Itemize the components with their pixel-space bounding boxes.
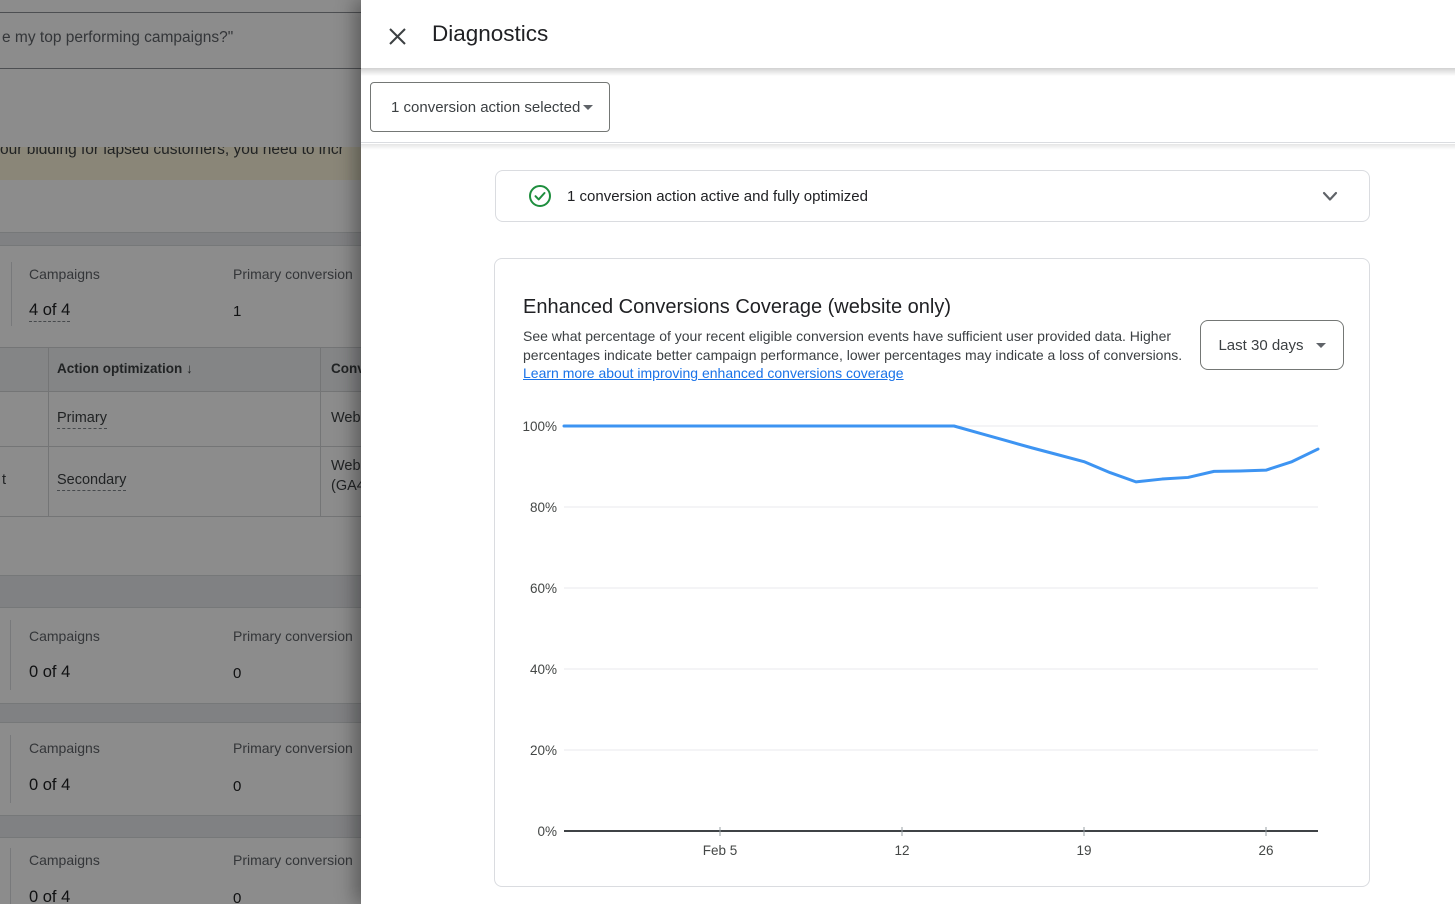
svg-text:100%: 100% [522,419,557,434]
chevron-down-icon [1319,185,1341,207]
panel-header: Diagnostics [361,0,1455,68]
date-range-select[interactable]: Last 30 days [1200,320,1344,370]
screen: e my top performing campaigns?" our bidd… [0,0,1455,904]
expand-section-button[interactable] [1319,185,1341,207]
caret-down-icon [1316,343,1326,348]
coverage-line-chart: 0% 20% 40% 60% 80% 100% Feb 5 12 19 26 [495,401,1371,881]
panel-title: Diagnostics [432,21,548,47]
close-button[interactable] [379,18,415,54]
check-circle-icon [528,184,552,208]
coverage-description-text: See what percentage of your recent eligi… [523,328,1182,363]
conversion-action-dropdown-label: 1 conversion action selected [391,99,580,116]
svg-text:Feb 5: Feb 5 [703,843,738,858]
close-icon [389,28,406,45]
coverage-card-description: See what percentage of your recent eligi… [523,327,1183,383]
diagnostics-panel: Diagnostics 1 conversion action selected… [361,0,1455,904]
svg-text:26: 26 [1258,843,1273,858]
svg-text:20%: 20% [530,743,557,758]
svg-text:60%: 60% [530,581,557,596]
caret-down-icon [583,105,593,110]
status-card[interactable]: 1 conversion action active and fully opt… [495,170,1370,222]
coverage-card-title: Enhanced Conversions Coverage (website o… [523,296,951,319]
svg-text:80%: 80% [530,500,557,515]
status-text: 1 conversion action active and fully opt… [567,188,868,205]
svg-text:12: 12 [894,843,909,858]
coverage-card: Enhanced Conversions Coverage (website o… [494,258,1370,887]
filter-bar: 1 conversion action selected [361,68,1455,143]
date-range-label: Last 30 days [1218,337,1303,354]
learn-more-link[interactable]: Learn more about improving enhanced conv… [523,365,904,381]
svg-text:0%: 0% [537,824,557,839]
conversion-action-dropdown[interactable]: 1 conversion action selected [370,82,610,132]
svg-text:19: 19 [1076,843,1091,858]
svg-text:40%: 40% [530,662,557,677]
filter-bar-shadow [361,144,1455,150]
